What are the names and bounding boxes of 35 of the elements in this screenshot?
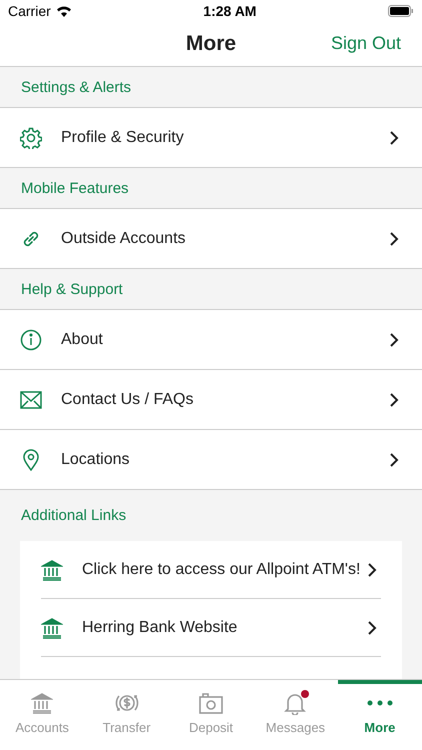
settings-icon [20, 126, 42, 148]
chevron-icon [367, 562, 377, 578]
menu-row[interactable]: Profile & Security [0, 108, 422, 168]
mail-icon [20, 390, 42, 408]
screen-title: More [186, 32, 236, 56]
menu-row[interactable]: About [0, 310, 422, 370]
bank-icon [41, 616, 63, 638]
chevron-icon [389, 130, 399, 146]
tab[interactable]: More [338, 680, 422, 750]
carrier-label: Carrier [8, 3, 51, 19]
menu-row[interactable]: Outside Accounts [0, 209, 422, 269]
chevron-icon [389, 230, 399, 246]
menu-row[interactable]: Locations [0, 430, 422, 490]
section-header: Mobile Features [21, 180, 129, 196]
link-row[interactable]: Herring Bank Website [41, 599, 381, 657]
chevron-icon [389, 392, 399, 408]
sign-out-link[interactable]: Sign Out [330, 33, 401, 54]
wifi-icon [56, 5, 72, 17]
section-header: Settings & Alerts [21, 78, 132, 96]
info-icon [20, 328, 42, 350]
link-row[interactable]: Click here to access our Allpoint ATM's! [41, 541, 381, 599]
bell-icon [283, 691, 308, 715]
more-icon [366, 700, 393, 706]
menu-row[interactable]: Contact Us / FAQs [0, 370, 422, 430]
chevron-icon [389, 332, 399, 348]
section-header: Additional Links [21, 507, 126, 524]
battery-icon [388, 5, 414, 17]
bank-icon [41, 558, 63, 580]
chevron-icon [389, 452, 399, 468]
bank-icon [31, 692, 54, 714]
chevron-icon [367, 620, 377, 636]
time-label: 1:28 AM [203, 3, 256, 19]
camera-icon [199, 692, 224, 714]
section-header: Help & Support [21, 280, 123, 298]
location-pin-icon [23, 448, 39, 470]
